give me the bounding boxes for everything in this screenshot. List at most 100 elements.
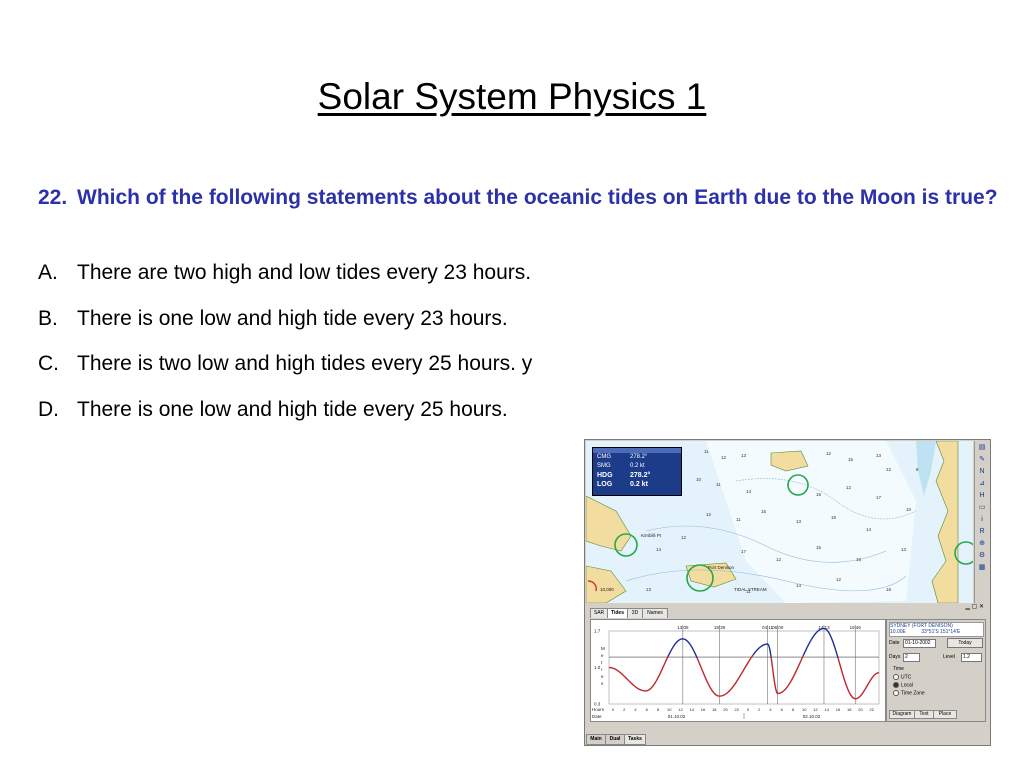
target-icon[interactable]: ⊕	[977, 539, 987, 549]
x-tick-label: 14	[825, 707, 830, 712]
tab-text[interactable]: Text	[914, 710, 934, 719]
svg-text:10: 10	[696, 477, 702, 482]
tab-place[interactable]: Place	[933, 710, 957, 719]
svg-text:12: 12	[886, 467, 892, 472]
info-icon[interactable]: i	[977, 515, 987, 525]
height-icon[interactable]: H	[977, 491, 987, 501]
option-letter: B.	[38, 307, 58, 330]
tide-time-label: 06:00	[772, 625, 784, 630]
tide-time-label: 19:46	[850, 625, 862, 630]
x-tick-label: 10	[802, 707, 807, 712]
tab-diagram[interactable]: Diagram	[889, 710, 915, 719]
radio-utc[interactable]: UTC	[893, 674, 911, 680]
y-axis-letter: e	[601, 674, 604, 679]
pencil-icon[interactable]: ✎	[977, 455, 987, 465]
tab-tides[interactable]: Tides	[607, 608, 628, 618]
y-tick-label: 1.0	[594, 665, 601, 670]
svg-text:12: 12	[721, 455, 727, 460]
x-tick-label: 10	[667, 707, 672, 712]
svg-text:16: 16	[886, 587, 892, 592]
map-toolbar: ▤ ✎ N ⊿ H ▭ i R ⊕ ⚙ ▦	[974, 441, 989, 603]
bottom-tabs: Main Dual Tasks	[586, 734, 989, 745]
svg-text:13: 13	[901, 547, 907, 552]
x-tick-label: 16	[836, 707, 841, 712]
svg-text:15: 15	[848, 457, 854, 462]
nav-row-cmg: CMG 278.2°	[593, 453, 681, 462]
radio-label: Local	[901, 682, 913, 689]
radio-label: Time Zone	[901, 690, 925, 697]
x-tick-label: 8	[792, 707, 795, 712]
radio-label: UTC	[901, 674, 912, 681]
nav-key: HDG	[597, 472, 613, 479]
days-label: Days	[889, 654, 901, 660]
close-icon[interactable]: ✕	[979, 604, 984, 610]
svg-text:14: 14	[796, 583, 802, 588]
question-number: 22.	[38, 186, 68, 209]
y-axis-letter: M	[601, 646, 605, 651]
station-coords: 33°51'S 151°14'E	[921, 629, 961, 635]
station-code: 10.00E	[890, 629, 906, 635]
date-label: Date	[889, 640, 900, 646]
time-label: Time	[893, 666, 904, 672]
svg-text:13: 13	[646, 587, 652, 592]
maximize-icon[interactable]: ▢	[972, 604, 978, 610]
svg-text:11: 11	[704, 449, 709, 454]
tab-names[interactable]: Names	[642, 608, 668, 618]
x-tick-label: 0	[612, 707, 615, 712]
svg-text:17: 17	[741, 549, 747, 554]
y-axis-letter: s	[601, 681, 604, 686]
svg-text:11: 11	[716, 482, 721, 487]
date-field[interactable]: 01-10-2002	[903, 639, 936, 648]
minimize-icon[interactable]: ▁	[965, 604, 970, 610]
radio-icon	[893, 690, 899, 696]
x-tick-label: 16	[701, 707, 706, 712]
x-axis-label: Hours	[592, 707, 605, 712]
tab-sar[interactable]: SAR	[590, 608, 608, 618]
grid-icon[interactable]: ▦	[977, 563, 987, 573]
x-tick-label: 22	[870, 707, 875, 712]
x-tick-label: 12	[678, 707, 683, 712]
layers-icon[interactable]: ▤	[977, 443, 987, 453]
option-letter: A.	[38, 261, 58, 284]
option-letter: C.	[38, 352, 59, 375]
x-tick-label: 6	[646, 707, 649, 712]
x-tick-label: 0	[747, 707, 750, 712]
settings-icon[interactable]: ⚙	[977, 551, 987, 561]
lower-panel: SAR Tides 3D Names ▁ ▢ ✕ 13:08 19:39 04:11…	[586, 603, 987, 723]
nautical-chart[interactable]: 11 12 13 12 15 13 10 11 14 16 12 17 12 11 15 13 18 1…	[586, 441, 973, 603]
svg-text:12: 12	[826, 451, 832, 456]
tab-3d[interactable]: 3D	[627, 608, 643, 618]
x-tick-label: 2	[758, 707, 761, 712]
x-tick-label: 2	[623, 707, 626, 712]
tide-time-label: 13:08	[677, 625, 689, 630]
north-icon[interactable]: N	[977, 467, 987, 477]
level-field[interactable]: 1.2	[961, 653, 982, 662]
svg-text:13: 13	[876, 453, 882, 458]
svg-text:15: 15	[816, 545, 822, 550]
tab-dual[interactable]: Dual	[605, 734, 625, 745]
y-axis-letter: e	[601, 653, 604, 658]
svg-text:16: 16	[856, 557, 862, 562]
tab-main[interactable]: Main	[586, 734, 606, 745]
x-tick-label: 8	[657, 707, 660, 712]
today-button[interactable]: Today	[947, 638, 983, 648]
y-axis-letter: r	[601, 667, 603, 672]
route-icon[interactable]: ⊿	[977, 479, 987, 489]
ruler-icon[interactable]: ▭	[977, 503, 987, 513]
y-tick-label: 0.3	[594, 702, 601, 707]
tab-tasks[interactable]: Tasks	[624, 734, 646, 745]
days-field[interactable]: 2	[903, 653, 920, 662]
range-icon[interactable]: R	[977, 527, 987, 537]
nav-key: CMG	[597, 454, 611, 460]
x-tick-label: 4	[634, 707, 637, 712]
radio-time-zone[interactable]: Time Zone	[893, 690, 925, 696]
x-tick-label: 12	[813, 707, 818, 712]
plot-area	[608, 630, 880, 705]
question: 22. Which of the following statements ab…	[38, 183, 998, 212]
radio-local[interactable]: Local	[893, 682, 913, 688]
svg-text:15: 15	[761, 509, 767, 514]
x-tick-label: 14	[690, 707, 695, 712]
svg-text:16: 16	[816, 492, 822, 497]
y-tick-label: 1.7	[594, 629, 601, 634]
map-label-tidal-stream: TIDAL STREAM	[734, 587, 767, 592]
